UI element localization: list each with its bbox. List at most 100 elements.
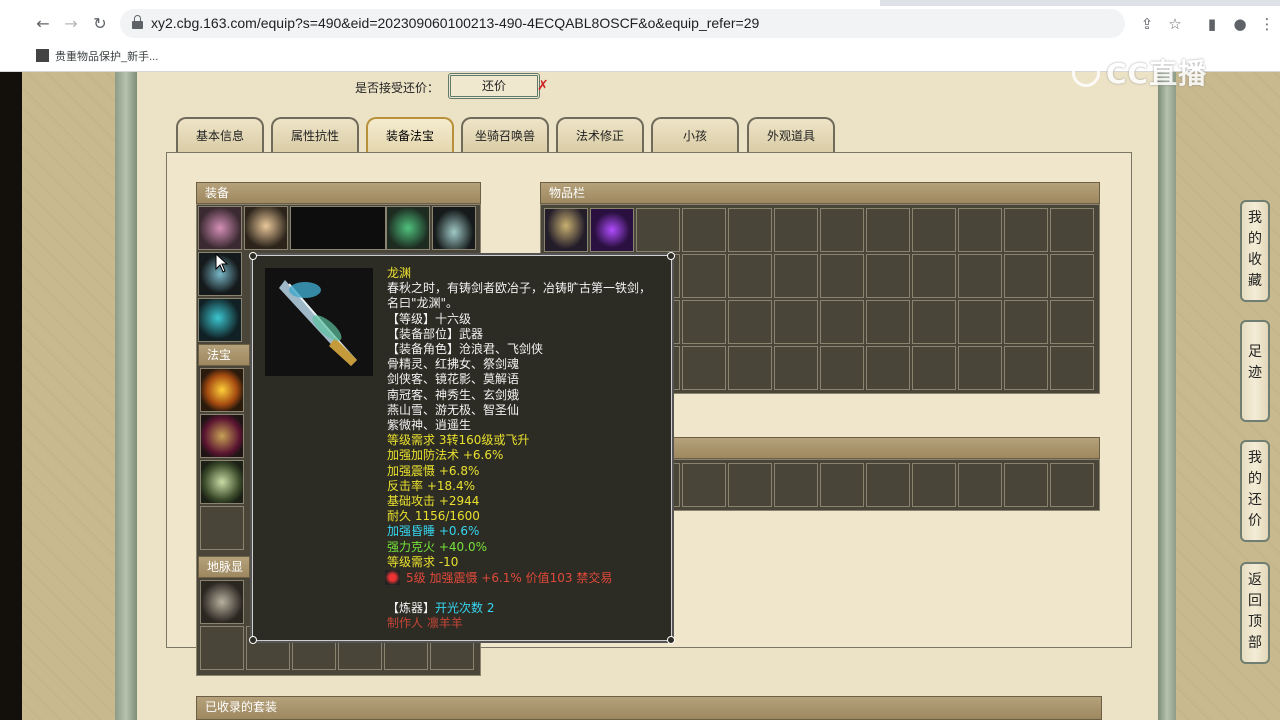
inventory-cell[interactable] [912, 300, 956, 344]
inventory-cell[interactable] [866, 346, 910, 390]
inventory-cell[interactable] [728, 463, 772, 507]
sidepanel-icon[interactable]: ▮ [1203, 14, 1221, 34]
equip-slot-belt[interactable] [432, 206, 476, 250]
inventory-cell[interactable] [728, 254, 772, 298]
item-attribute: 等级需求 -10 [387, 554, 459, 569]
inventory-cell[interactable] [958, 254, 1002, 298]
equip-slot-helmet[interactable] [198, 206, 242, 250]
inventory-cell[interactable] [1050, 463, 1094, 507]
inventory-cell[interactable] [1004, 208, 1048, 252]
item-roles: 南冠客、神秀生、玄剑娥 [387, 387, 520, 402]
inventory-cell[interactable] [774, 208, 818, 252]
inventory-item[interactable] [544, 208, 588, 252]
tab-spell-modifiers[interactable]: 法术修正 [556, 117, 644, 153]
inventory-cell[interactable] [1050, 346, 1094, 390]
earth-vein-slot-1[interactable] [200, 580, 244, 624]
forward-icon[interactable]: → [61, 14, 81, 34]
tab-appearance[interactable]: 外观道具 [747, 117, 835, 153]
treasure-slot-2[interactable] [200, 414, 244, 458]
inventory-cell[interactable] [774, 254, 818, 298]
inventory-cell[interactable] [774, 346, 818, 390]
earth-grid-cell[interactable] [200, 626, 244, 670]
share-icon[interactable]: ⇪ [1138, 14, 1156, 34]
equip-slot-mask[interactable] [386, 206, 430, 250]
inventory-cell[interactable] [1050, 254, 1094, 298]
inventory-cell[interactable] [820, 300, 864, 344]
my-favorites-button[interactable]: 我的收藏 [1240, 200, 1270, 302]
inventory-cell[interactable] [728, 300, 772, 344]
inventory-cell[interactable] [682, 463, 726, 507]
inventory-cell[interactable] [820, 254, 864, 298]
inventory-cell[interactable] [866, 208, 910, 252]
bookmark-item[interactable]: 贵重物品保护_新手... [36, 48, 158, 64]
star-icon[interactable]: ☆ [1166, 14, 1184, 34]
inventory-cell[interactable] [912, 346, 956, 390]
inventory-item[interactable] [590, 208, 634, 252]
treasure-slot-1[interactable] [200, 368, 244, 412]
inventory-cell[interactable] [1050, 208, 1094, 252]
item-name: 龙渊 [387, 266, 412, 280]
inventory-cell[interactable] [1004, 346, 1048, 390]
inventory-header: 物品栏 [540, 182, 1100, 204]
lock-icon[interactable] [132, 15, 143, 29]
inventory-cell[interactable] [958, 208, 1002, 252]
inventory-cell[interactable] [774, 463, 818, 507]
inventory-cell[interactable] [866, 300, 910, 344]
my-counter-offers-button[interactable]: 我的还价 [1240, 440, 1270, 542]
back-to-top-button[interactable]: 返回顶部 [1240, 562, 1270, 664]
inventory-cell[interactable] [912, 208, 956, 252]
inventory-cell[interactable] [774, 300, 818, 344]
inventory-cell[interactable] [866, 463, 910, 507]
tooltip-corner [249, 636, 257, 644]
tab-equipment[interactable]: 装备法宝 [366, 117, 454, 153]
inventory-cell[interactable] [820, 346, 864, 390]
equip-slot-necklace[interactable] [244, 206, 288, 250]
equip-slot-ring[interactable] [198, 298, 242, 342]
url-text[interactable]: xy2.cbg.163.com/equip?s=490&eid=20230906… [151, 15, 759, 31]
tab-strip [0, 0, 1280, 6]
watermark-text: CC直播 [1106, 57, 1208, 90]
inventory-cell[interactable] [912, 463, 956, 507]
inventory-cell[interactable] [636, 208, 680, 252]
back-icon[interactable]: ← [33, 14, 53, 34]
tab-mounts-pets[interactable]: 坐骑召唤兽 [461, 117, 549, 153]
tab-basic-info[interactable]: 基本信息 [176, 117, 264, 153]
inventory-cell[interactable] [682, 254, 726, 298]
inventory-cell[interactable] [912, 254, 956, 298]
inventory-cell[interactable] [682, 346, 726, 390]
inventory-cell[interactable] [728, 346, 772, 390]
inventory-cell[interactable] [682, 300, 726, 344]
browser-tab[interactable] [0, 0, 880, 6]
menu-icon[interactable]: ⋮ [1258, 14, 1276, 34]
treasure-slot-empty[interactable] [200, 506, 244, 550]
inventory-cell[interactable] [958, 346, 1002, 390]
right-pillar [1158, 72, 1176, 720]
inventory-cell[interactable] [1050, 300, 1094, 344]
inventory-cell[interactable] [820, 208, 864, 252]
mouse-cursor-icon [215, 253, 229, 273]
inventory-cell[interactable] [958, 463, 1002, 507]
inventory-cell[interactable] [866, 254, 910, 298]
inventory-cell[interactable] [1004, 300, 1048, 344]
item-attribute: 基础攻击 +2944 [387, 494, 480, 509]
footprint-label: 足迹 [1248, 344, 1262, 381]
item-attribute: 耐久 1156/1600 [387, 509, 480, 524]
inventory-cell[interactable] [958, 300, 1002, 344]
inventory-cell[interactable] [820, 463, 864, 507]
tab-attributes[interactable]: 属性抗性 [271, 117, 359, 153]
treasure-slot-3[interactable] [200, 460, 244, 504]
reload-icon[interactable]: ↻ [90, 14, 110, 34]
item-roles: 燕山雪、游无极、智圣仙 [387, 402, 520, 417]
tab-child[interactable]: 小孩 [651, 117, 739, 153]
close-x-icon: ✗ [537, 78, 549, 94]
counter-offer-button[interactable]: 还价 [448, 73, 540, 99]
inventory-cell[interactable] [728, 208, 772, 252]
profile-icon[interactable]: ● [1231, 14, 1249, 34]
inventory-cell[interactable] [682, 208, 726, 252]
left-edge [0, 72, 22, 720]
footprint-button[interactable]: 足迹 [1240, 320, 1270, 422]
inventory-cell[interactable] [1004, 254, 1048, 298]
tooltip-text: 龙渊 春秋之时，有铸剑者欧冶子，冶铸旷古第一铁剑， 名曰"龙渊"。 【等级】十六… [385, 266, 667, 632]
item-roles: 紫微神、逍遥生 [387, 418, 472, 433]
inventory-cell[interactable] [1004, 463, 1048, 507]
